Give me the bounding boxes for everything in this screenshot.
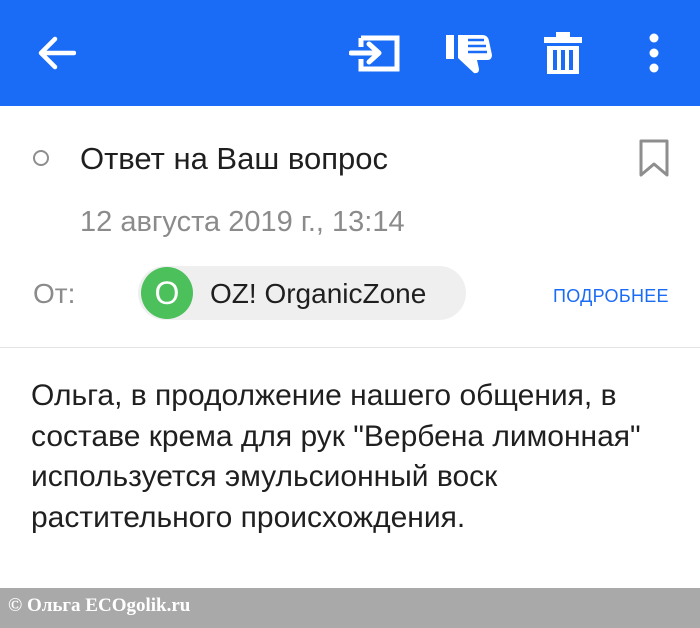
more-vertical-icon bbox=[649, 33, 659, 73]
watermark-text: © Ольга ECOgolik.ru bbox=[8, 595, 191, 616]
trash-icon bbox=[544, 32, 582, 74]
back-button[interactable] bbox=[18, 0, 94, 106]
message-date: 12 августа 2019 г., 13:14 bbox=[80, 206, 405, 238]
move-to-folder-icon bbox=[349, 35, 400, 72]
spam-button[interactable] bbox=[436, 0, 502, 106]
from-label: От: bbox=[33, 278, 76, 309]
sender-avatar: O bbox=[141, 267, 193, 319]
move-to-folder-button[interactable] bbox=[342, 0, 408, 106]
sender-chip[interactable]: O OZ! OrganicZone bbox=[138, 266, 466, 320]
app-bar bbox=[0, 0, 700, 106]
watermark-bar: © Ольга ECOgolik.ru bbox=[0, 588, 700, 628]
message-subject: Ответ на Ваш вопрос bbox=[80, 141, 388, 176]
details-link[interactable]: ПОДРОБНЕЕ bbox=[553, 286, 669, 307]
sender-name: OZ! OrganicZone bbox=[210, 278, 427, 309]
delete-button[interactable] bbox=[530, 0, 596, 106]
thumbs-down-icon bbox=[446, 35, 492, 74]
header-divider bbox=[0, 347, 700, 348]
arrow-left-icon bbox=[38, 36, 76, 70]
unread-indicator[interactable] bbox=[33, 150, 49, 166]
more-button[interactable] bbox=[626, 0, 682, 106]
message-body: Ольга, в продолжение нашего общения, в с… bbox=[31, 379, 641, 534]
bookmark-button[interactable] bbox=[638, 138, 670, 183]
bookmark-icon bbox=[639, 139, 669, 177]
